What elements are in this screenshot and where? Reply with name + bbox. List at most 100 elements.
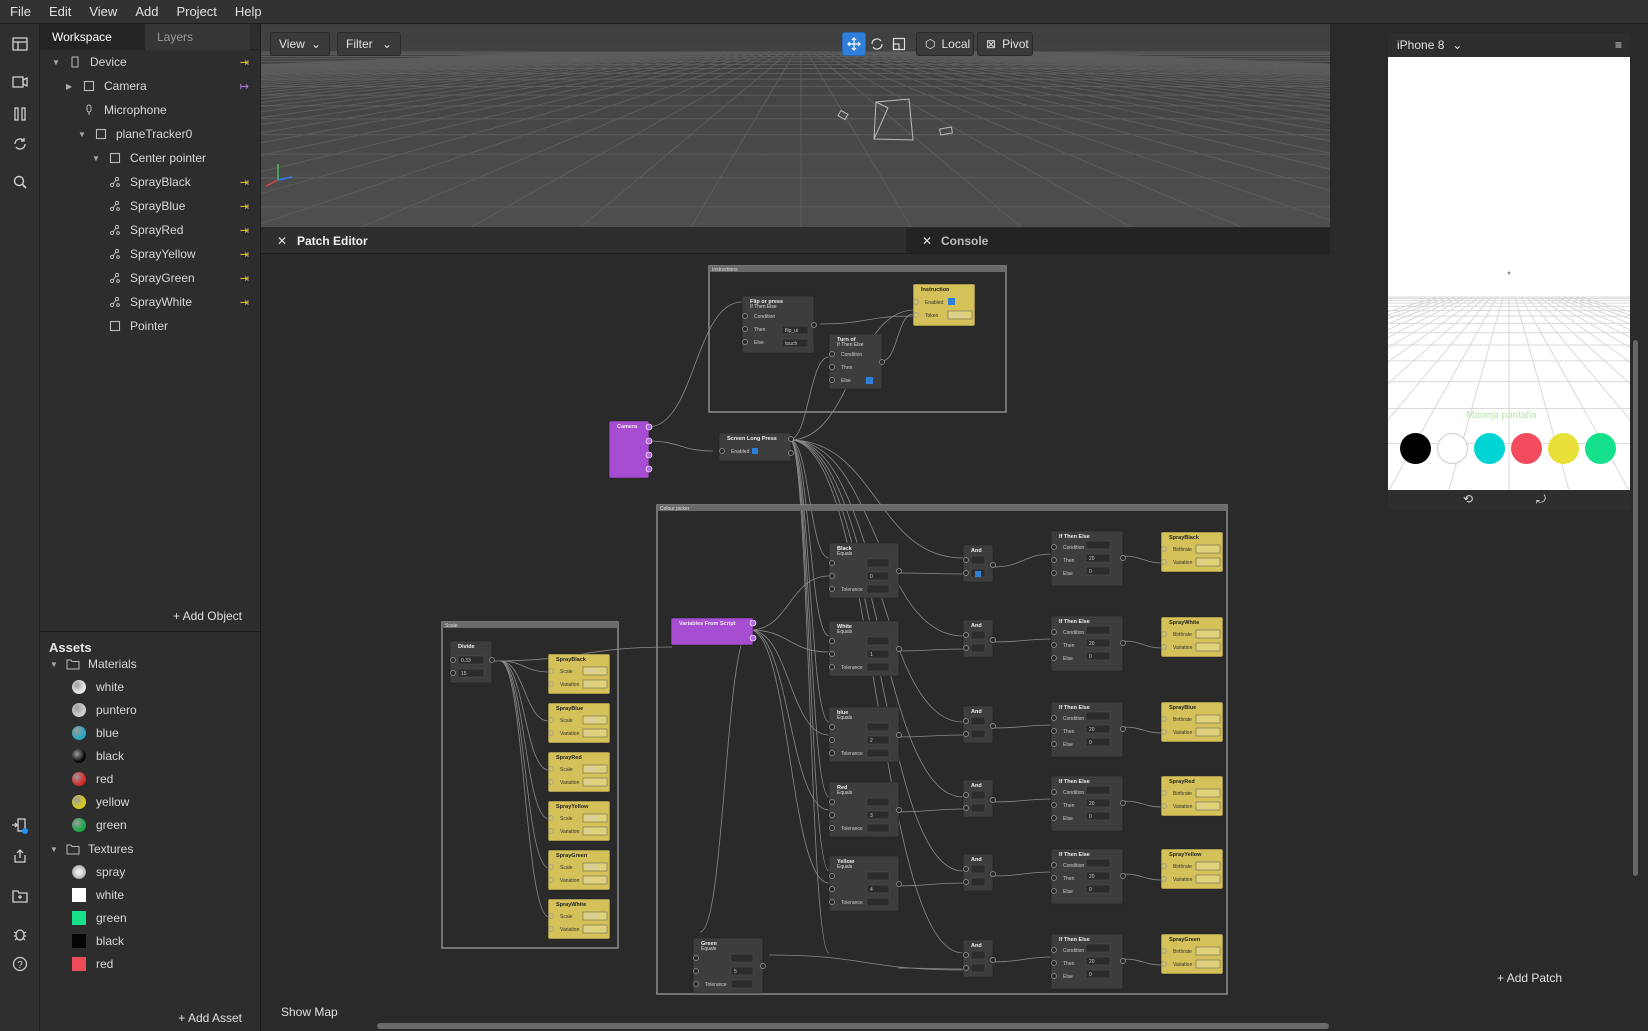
port[interactable] (1120, 800, 1126, 806)
port[interactable] (489, 657, 495, 663)
port[interactable] (896, 646, 902, 652)
port[interactable] (829, 573, 835, 579)
value-field[interactable] (970, 643, 986, 653)
value-field[interactable] (866, 897, 890, 907)
port[interactable] (749, 634, 757, 642)
materials-folder[interactable]: ▼ Materials (50, 653, 137, 675)
port[interactable] (896, 807, 902, 813)
port[interactable] (1051, 888, 1057, 894)
port[interactable] (645, 437, 653, 445)
tree-item-sprayblack[interactable]: SprayBlack ⇥ (92, 171, 259, 193)
color-dot[interactable] (1511, 433, 1542, 464)
checkbox[interactable] (975, 571, 981, 577)
checkbox[interactable] (752, 448, 758, 454)
port[interactable] (829, 724, 835, 730)
port[interactable] (548, 877, 554, 883)
equals-node[interactable]: blueEquals2Tolerance (828, 706, 902, 763)
port[interactable] (829, 799, 835, 805)
tree-item-spraygreen[interactable]: SprayGreen ⇥ (92, 267, 259, 289)
tree-item-pointer[interactable]: Pointer (92, 315, 259, 337)
local-toggle[interactable]: ⬡ Local (916, 32, 974, 56)
variables-from-script-node[interactable]: Variables From Script (670, 617, 757, 646)
port[interactable] (1161, 716, 1167, 722)
value-field[interactable] (1085, 625, 1111, 635)
port[interactable] (1051, 642, 1057, 648)
value-field[interactable] (970, 963, 986, 973)
port[interactable] (896, 732, 902, 738)
menu-file[interactable]: File (0, 0, 40, 24)
port[interactable] (1051, 802, 1057, 808)
pause-icon[interactable] (10, 104, 30, 124)
port[interactable] (548, 913, 554, 919)
rotate-device-icon[interactable]: ⟲ (1463, 492, 1473, 506)
port[interactable] (963, 570, 969, 576)
refresh-icon[interactable] (10, 134, 30, 154)
port[interactable] (450, 657, 456, 663)
port[interactable] (1120, 640, 1126, 646)
port[interactable] (548, 717, 554, 723)
port[interactable] (1120, 958, 1126, 964)
port[interactable] (548, 681, 554, 687)
textures-folder[interactable]: ▼ Textures (50, 838, 133, 860)
tab-console[interactable]: Console (941, 228, 988, 254)
viewport[interactable]: View ⌄ Filter ⌄ ⬡ Local ⊠ Pivot (261, 24, 1330, 227)
and-node[interactable]: And (962, 779, 996, 818)
port[interactable] (963, 731, 969, 737)
emitter-node[interactable]: SprayYellow Birthrate Variation 0 (1160, 848, 1224, 890)
view-dropdown[interactable]: View ⌄ (270, 32, 330, 56)
if-then-else-node[interactable]: If Then Else Condition Then Else 20 0 (1050, 615, 1126, 672)
port[interactable] (811, 322, 817, 328)
emitter-node[interactable]: SprayWhite Birthrate Variation 0 (1160, 616, 1224, 658)
port[interactable] (1161, 546, 1167, 552)
port[interactable] (548, 766, 554, 772)
chevron-down-icon[interactable]: ▼ (50, 660, 60, 669)
port[interactable] (990, 957, 996, 963)
equals-node[interactable]: GreenEquals5Tolerance (692, 937, 766, 994)
port[interactable] (1051, 862, 1057, 868)
port[interactable] (990, 562, 996, 568)
tab-workspace[interactable]: Workspace (40, 24, 145, 50)
port[interactable] (1120, 873, 1126, 879)
value-field[interactable] (866, 871, 890, 881)
equals-node[interactable]: WhiteEquals1Tolerance (828, 620, 902, 677)
value-field[interactable] (970, 790, 986, 800)
port[interactable] (1051, 875, 1057, 881)
close-icon[interactable]: ✕ (922, 228, 932, 254)
device-connect-icon[interactable] (10, 816, 30, 836)
port[interactable] (963, 866, 969, 872)
port[interactable] (829, 899, 835, 905)
if-then-else-node[interactable]: If Then Else Condition Then Else 20 0 (1050, 701, 1126, 758)
port[interactable] (1161, 863, 1167, 869)
value-field[interactable] (970, 716, 986, 726)
port[interactable] (1161, 876, 1167, 882)
tree-item-microphone[interactable]: Microphone (66, 99, 259, 121)
port[interactable] (1051, 973, 1057, 979)
screen-long-press-node[interactable]: Screen Long Press Enabled (718, 432, 794, 462)
scale-emitter-node[interactable]: SprayBlackSprayBlackScaleVariation0.0220 (547, 653, 611, 695)
chevron-down-icon[interactable]: ▼ (50, 845, 60, 854)
menu-project[interactable]: Project (167, 0, 225, 24)
show-map-button[interactable]: Show Map (281, 1005, 338, 1019)
search-icon[interactable] (10, 172, 30, 192)
menu-add[interactable]: Add (126, 0, 167, 24)
tree-item-camera[interactable]: ▶ Camera ↦ (66, 75, 259, 97)
value-field[interactable] (866, 748, 890, 758)
port[interactable] (1051, 728, 1057, 734)
value-field[interactable] (970, 803, 986, 813)
value-field[interactable] (970, 950, 986, 960)
port[interactable] (1161, 559, 1167, 565)
port[interactable] (913, 299, 919, 305)
value-field[interactable] (970, 864, 986, 874)
flip-or-press-node[interactable]: Flip or pressIf Then ElseConditionThenEl… (741, 295, 817, 354)
chevron-down-icon[interactable]: ▼ (78, 130, 88, 139)
checkbox[interactable] (866, 377, 873, 384)
linked-icon[interactable]: ↦ (240, 80, 249, 93)
color-dot[interactable] (1437, 433, 1468, 464)
port[interactable] (1120, 555, 1126, 561)
port[interactable] (742, 326, 748, 332)
port[interactable] (913, 312, 919, 318)
tree-item-sprayyellow[interactable]: SprayYellow ⇥ (92, 243, 259, 265)
port[interactable] (742, 339, 748, 345)
scale-tool-button[interactable] (888, 32, 910, 56)
texture-item[interactable]: spray (72, 861, 125, 883)
